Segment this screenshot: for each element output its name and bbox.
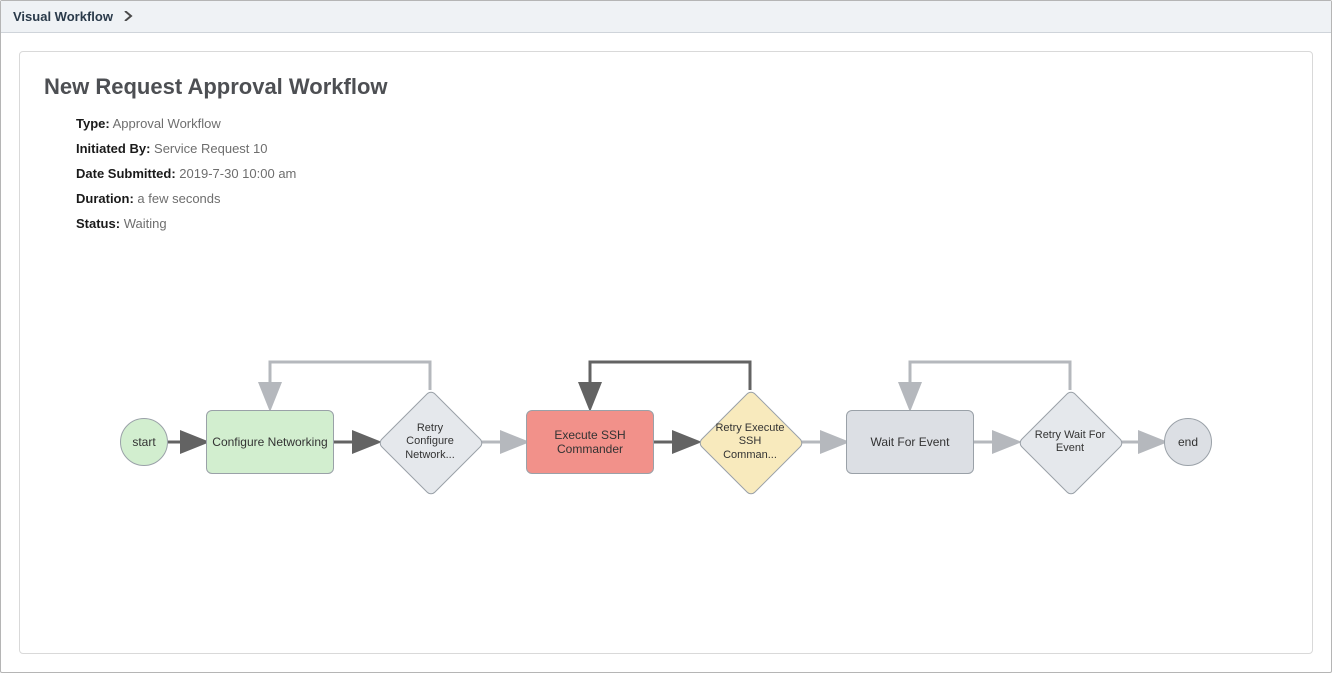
node-configure-networking-label: Configure Networking: [212, 435, 327, 449]
node-start-label: start: [132, 435, 155, 449]
node-retry-execute-ssh[interactable]: Retry Execute SSH Comman...: [698, 390, 802, 494]
meta-status: Status: Waiting: [76, 216, 1288, 231]
node-wait-for-event[interactable]: Wait For Event: [846, 410, 974, 474]
workflow-diagram: start Configure Networking Retry Configu…: [120, 312, 1220, 572]
node-retry-configure-network[interactable]: Retry Configure Network...: [378, 390, 482, 494]
node-configure-networking[interactable]: Configure Networking: [206, 410, 334, 474]
meta-status-label: Status:: [76, 216, 120, 231]
node-retry-execute-ssh-label: Retry Execute SSH Comman...: [698, 390, 802, 494]
node-start[interactable]: start: [120, 418, 168, 466]
chevron-right-icon: [123, 9, 133, 24]
meta-status-value: Waiting: [124, 216, 167, 231]
node-wait-for-event-label: Wait For Event: [871, 435, 950, 449]
meta-date: Date Submitted: 2019-7-30 10:00 am: [76, 166, 1288, 181]
meta-type: Type: Approval Workflow: [76, 116, 1288, 131]
meta-initiated: Initiated By: Service Request 10: [76, 141, 1288, 156]
workflow-panel: New Request Approval Workflow Type: Appr…: [19, 51, 1313, 654]
meta-date-value: 2019-7-30 10:00 am: [179, 166, 296, 181]
meta-duration-value: a few seconds: [137, 191, 220, 206]
meta-type-value: Approval Workflow: [113, 116, 221, 131]
node-execute-ssh-commander-label: Execute SSH Commander: [531, 428, 649, 456]
node-retry-wait-for-event-label: Retry Wait For Event: [1018, 390, 1122, 494]
workflow-meta: Type: Approval Workflow Initiated By: Se…: [44, 116, 1288, 231]
node-retry-wait-for-event[interactable]: Retry Wait For Event: [1018, 390, 1122, 494]
meta-duration-label: Duration:: [76, 191, 134, 206]
node-execute-ssh-commander[interactable]: Execute SSH Commander: [526, 410, 654, 474]
breadcrumb: Visual Workflow: [1, 1, 1331, 33]
meta-initiated-label: Initiated By:: [76, 141, 150, 156]
meta-date-label: Date Submitted:: [76, 166, 176, 181]
meta-initiated-value: Service Request 10: [154, 141, 267, 156]
node-end[interactable]: end: [1164, 418, 1212, 466]
meta-duration: Duration: a few seconds: [76, 191, 1288, 206]
meta-type-label: Type:: [76, 116, 110, 131]
page-title: New Request Approval Workflow: [44, 74, 1288, 100]
node-end-label: end: [1178, 435, 1198, 449]
breadcrumb-title[interactable]: Visual Workflow: [13, 9, 113, 24]
node-retry-configure-network-label: Retry Configure Network...: [378, 390, 482, 494]
